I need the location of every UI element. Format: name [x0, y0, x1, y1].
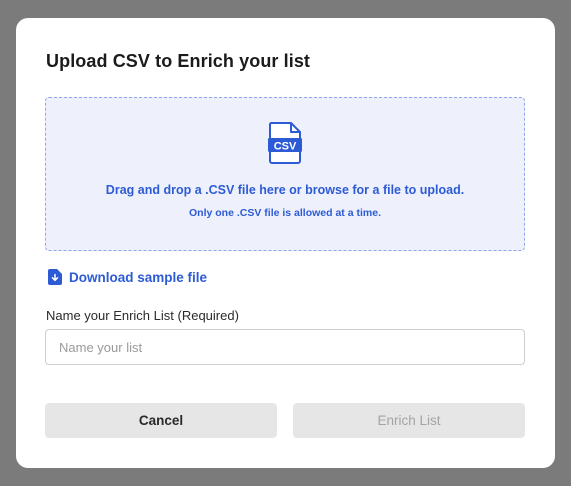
- download-sample-link[interactable]: Download sample file: [48, 269, 207, 285]
- upload-csv-modal: Upload CSV to Enrich your list CSV Drag …: [16, 18, 555, 468]
- list-name-label: Name your Enrich List (Required): [46, 308, 239, 323]
- svg-text:CSV: CSV: [274, 141, 297, 153]
- dropzone-instructions: Drag and drop a .CSV file here or browse…: [105, 183, 465, 197]
- enrich-list-button[interactable]: Enrich List: [293, 403, 525, 438]
- cancel-button[interactable]: Cancel: [45, 403, 277, 438]
- list-name-input[interactable]: [45, 329, 525, 365]
- dropzone-note: Only one .CSV file is allowed at a time.: [189, 207, 381, 219]
- download-sample-label: Download sample file: [69, 269, 208, 285]
- csv-dropzone[interactable]: CSV Drag and drop a .CSV file here or br…: [45, 97, 525, 251]
- modal-title: Upload CSV to Enrich your list: [46, 51, 311, 71]
- csv-file-icon: CSV: [268, 122, 302, 164]
- file-download-icon: [48, 269, 62, 285]
